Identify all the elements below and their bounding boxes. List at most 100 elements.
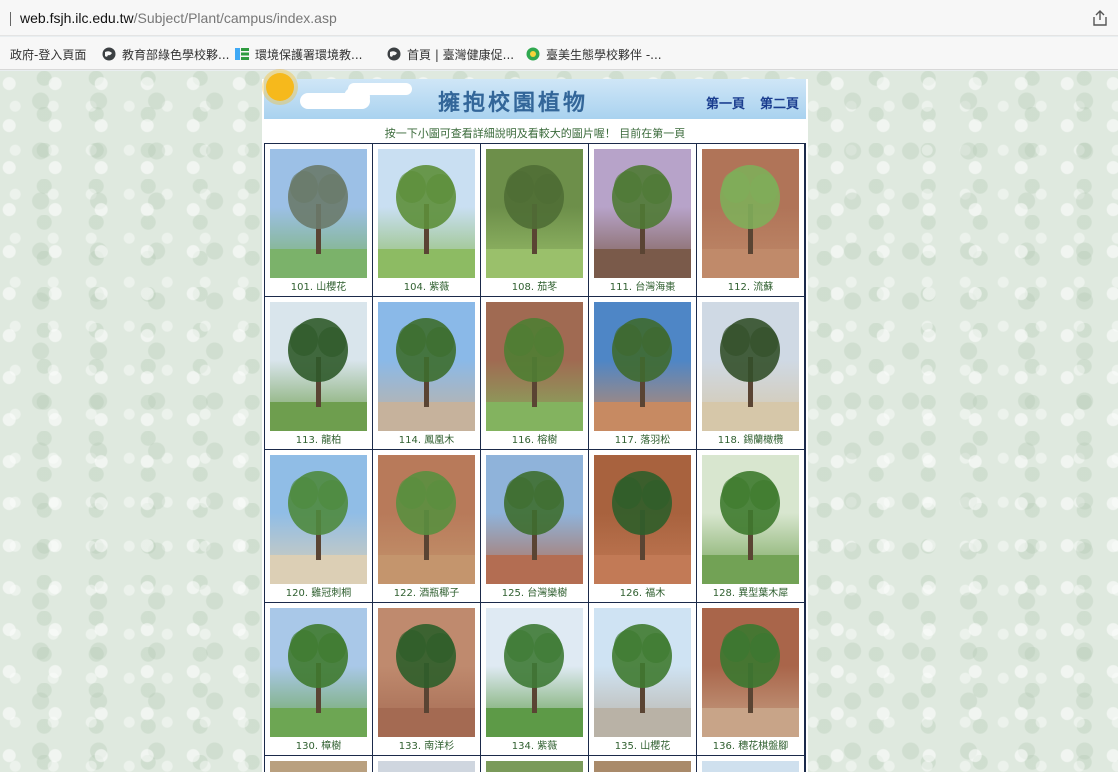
plant-tile[interactable]: 113. 龍柏 [265, 297, 372, 449]
plant-tile-partial[interactable] [481, 756, 588, 772]
plant-caption[interactable]: 135. 山櫻花 [589, 737, 696, 753]
plant-tile[interactable]: 122. 酒瓶椰子 [373, 450, 480, 602]
plant-tile[interactable]: 120. 雞冠刺桐 [265, 450, 372, 602]
plant-thumbnail-image[interactable] [378, 149, 475, 278]
plant-thumbnail-image[interactable] [486, 302, 583, 431]
plant-thumbnail-image[interactable] [594, 608, 691, 737]
plant-caption[interactable]: 116. 榕樹 [481, 431, 588, 447]
plant-caption[interactable]: 122. 酒瓶椰子 [373, 584, 480, 600]
bookmark-label: 環境保護署環境教... [255, 47, 363, 62]
plant-caption[interactable]: 136. 穗花棋盤腳 [697, 737, 804, 753]
plant-thumbnail-image[interactable] [702, 608, 799, 737]
plant-caption[interactable]: 113. 龍柏 [265, 431, 372, 447]
plant-thumbnail-image[interactable] [594, 149, 691, 278]
plant-thumbnail-image[interactable] [378, 608, 475, 737]
tree-photo-graphic [270, 165, 367, 278]
page1-link[interactable]: 第一頁 [706, 93, 745, 112]
plant-caption[interactable]: 101. 山櫻花 [265, 278, 372, 294]
tree-photo-graphic [594, 624, 691, 737]
plant-thumbnail-image[interactable] [270, 302, 367, 431]
plant-thumbnail-image[interactable] [702, 455, 799, 584]
plant-tile[interactable]: 134. 紫薇 [481, 603, 588, 755]
plant-thumbnail-image[interactable] [270, 455, 367, 584]
share-icon[interactable] [1090, 8, 1110, 28]
plant-tile[interactable]: 126. 福木 [589, 450, 696, 602]
plant-tile-partial[interactable] [697, 756, 804, 772]
plant-tile[interactable]: 104. 紫薇 [373, 144, 480, 296]
bookmark-eco-school[interactable]: 臺美生態學校夥伴 -... [526, 45, 662, 63]
plant-tile[interactable]: 117. 落羽松 [589, 297, 696, 449]
plant-tile[interactable]: 116. 榕樹 [481, 297, 588, 449]
bookmark-epa[interactable]: 環境保護署環境教... [235, 45, 362, 63]
tree-photo-graphic [486, 165, 583, 278]
tree-photo-graphic [702, 318, 799, 431]
plant-thumbnail-image[interactable] [702, 302, 799, 431]
plant-tile[interactable]: 108. 茄苳 [481, 144, 588, 296]
plant-thumbnail-image[interactable] [594, 455, 691, 584]
plant-thumbnail-image[interactable] [270, 761, 367, 772]
plant-caption[interactable]: 134. 紫薇 [481, 737, 588, 753]
sun-icon [266, 73, 294, 101]
plant-tile[interactable]: 125. 台灣欒樹 [481, 450, 588, 602]
plant-caption[interactable]: 111. 台灣海棗 [589, 278, 696, 294]
tree-photo-graphic [486, 471, 583, 584]
bookmark-health[interactable]: 首頁 | 臺灣健康促... [387, 45, 514, 63]
plant-tile[interactable]: 111. 台灣海棗 [589, 144, 696, 296]
plant-thumbnail-image[interactable] [702, 761, 799, 772]
plant-tile[interactable]: 136. 穗花棋盤腳 [697, 603, 804, 755]
tree-photo-graphic [594, 318, 691, 431]
page2-link[interactable]: 第二頁 [760, 93, 799, 112]
plant-tile[interactable]: 135. 山櫻花 [589, 603, 696, 755]
tree-photo-graphic [270, 624, 367, 737]
plant-tile[interactable]: 133. 南洋杉 [373, 603, 480, 755]
tree-photo-graphic [594, 165, 691, 278]
bookmark-gov-login[interactable]: 政府-登入頁面 [10, 45, 86, 63]
plant-thumbnail-image[interactable] [594, 761, 691, 772]
plant-caption[interactable]: 118. 錫蘭橄欖 [697, 431, 804, 447]
plant-caption[interactable]: 112. 流蘇 [697, 278, 804, 294]
plant-caption[interactable]: 117. 落羽松 [589, 431, 696, 447]
plant-caption[interactable]: 126. 福木 [589, 584, 696, 600]
plant-caption[interactable]: 104. 紫薇 [373, 278, 480, 294]
tree-photo-graphic [486, 624, 583, 737]
plant-thumbnail-image[interactable] [378, 455, 475, 584]
plant-thumbnail-image[interactable] [270, 149, 367, 278]
plant-tile[interactable]: 130. 樟樹 [265, 603, 372, 755]
plant-thumbnail-image[interactable] [270, 608, 367, 737]
plant-tile[interactable]: 118. 錫蘭橄欖 [697, 297, 804, 449]
plant-tile[interactable]: 114. 鳳凰木 [373, 297, 480, 449]
page-background: 擁抱校園植物 第一頁 第二頁 按一下小圖可查看詳細說明及看較大的圖片喔！ 目前在… [0, 71, 1118, 772]
plant-tile-partial[interactable] [373, 756, 480, 772]
green-circle-icon [526, 47, 540, 61]
plant-caption[interactable]: 120. 雞冠刺桐 [265, 584, 372, 600]
plant-caption[interactable]: 128. 異型葉木犀 [697, 584, 804, 600]
tree-photo-graphic [702, 471, 799, 584]
plant-thumbnail-image[interactable] [378, 761, 475, 772]
plant-thumbnail-image[interactable] [486, 455, 583, 584]
tree-photo-graphic [486, 318, 583, 431]
plant-thumbnail-image[interactable] [486, 608, 583, 737]
plant-thumbnail-image[interactable] [486, 761, 583, 772]
plant-caption[interactable]: 133. 南洋杉 [373, 737, 480, 753]
plant-caption[interactable]: 130. 樟樹 [265, 737, 372, 753]
plant-thumbnail-image[interactable] [594, 302, 691, 431]
plant-thumbnail-image[interactable] [702, 149, 799, 278]
plant-caption[interactable]: 125. 台灣欒樹 [481, 584, 588, 600]
plant-thumbnail-image[interactable] [486, 149, 583, 278]
url-text[interactable]: web.fsjh.ilc.edu.tw/Subject/Plant/campus… [20, 10, 337, 26]
cloud-icon [348, 83, 412, 95]
plant-tile[interactable]: 112. 流蘇 [697, 144, 804, 296]
plant-thumbnail-image[interactable] [378, 302, 475, 431]
globe-icon [102, 47, 116, 61]
plant-tile-partial[interactable] [589, 756, 696, 772]
tree-photo-graphic [378, 471, 475, 584]
bookmarks-bar: 政府-登入頁面 教育部綠色學校夥... 環境保護署環境教... 首頁 | 臺灣健… [0, 37, 1118, 70]
plant-tile-partial[interactable] [265, 756, 372, 772]
address-bar[interactable]: web.fsjh.ilc.edu.tw/Subject/Plant/campus… [0, 0, 1118, 36]
plant-tile[interactable]: 128. 異型葉木犀 [697, 450, 804, 602]
bookmark-green-school[interactable]: 教育部綠色學校夥... [102, 45, 229, 63]
plant-tile[interactable]: 101. 山櫻花 [265, 144, 372, 296]
epa-logo-icon [235, 48, 249, 60]
plant-caption[interactable]: 114. 鳳凰木 [373, 431, 480, 447]
plant-caption[interactable]: 108. 茄苳 [481, 278, 588, 294]
